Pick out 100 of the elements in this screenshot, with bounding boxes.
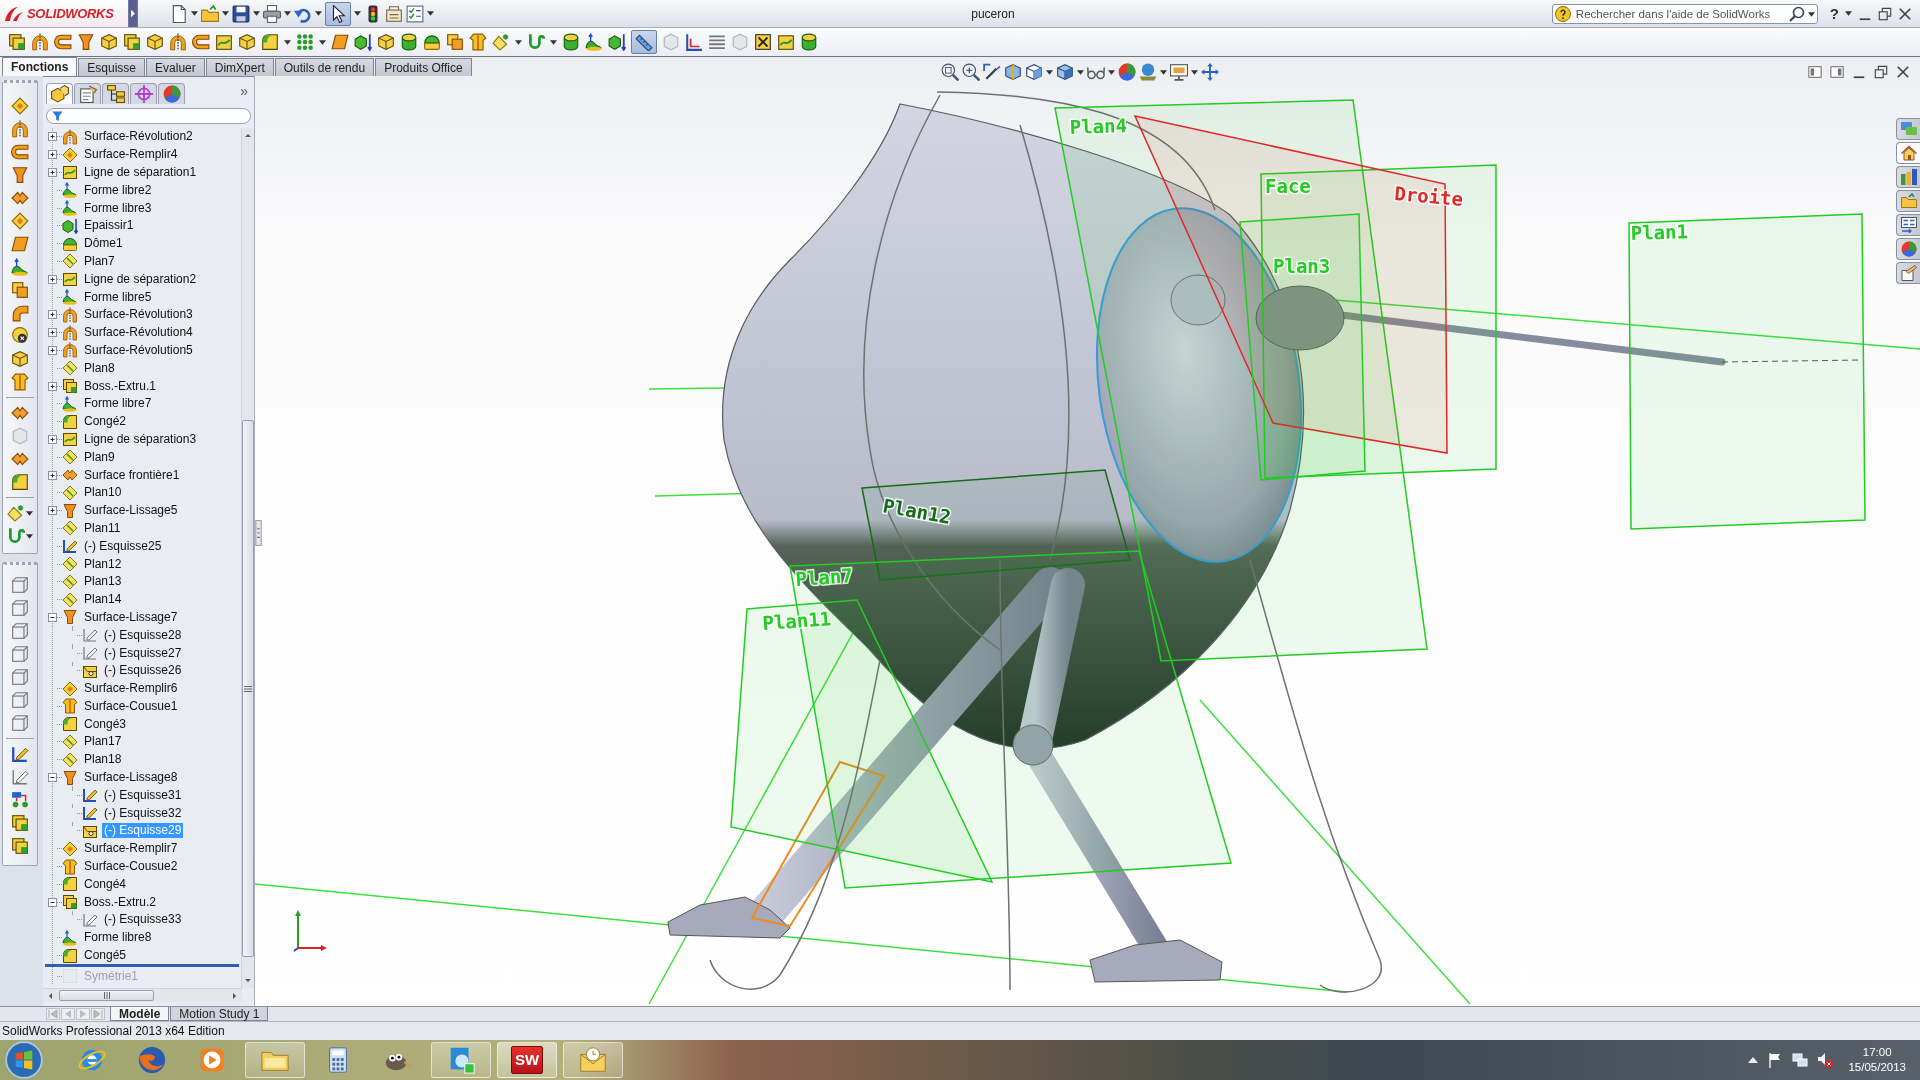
task-pane-tab[interactable]	[1896, 238, 1920, 260]
zoom-icon[interactable]	[962, 63, 980, 81]
tree-item[interactable]: Ligne de séparation3	[82, 431, 199, 447]
tree-item[interactable]: Surface frontière1	[82, 467, 182, 483]
horizontal-scrollbar[interactable]	[43, 988, 242, 1002]
stacked-box-icon[interactable]	[8, 33, 26, 51]
tree-item[interactable]: Surface-Cousue2	[82, 859, 180, 875]
new-document-icon[interactable]	[170, 4, 188, 23]
fox-globe-icon[interactable]	[137, 1045, 167, 1075]
section-box-icon[interactable]	[1004, 63, 1022, 81]
plus-box-icon[interactable]	[48, 345, 57, 355]
help-button[interactable]: ?	[1829, 5, 1839, 22]
up-caret-icon[interactable]	[1748, 1057, 1759, 1063]
tree-item[interactable]: Congé3	[82, 716, 129, 732]
tree-item[interactable]: Plan10	[82, 485, 124, 501]
wireframe-cube-icon[interactable]	[11, 691, 29, 709]
tree-item[interactable]: Boss.-Extru.1	[82, 378, 159, 394]
plus-box-icon[interactable]	[48, 150, 57, 160]
zoom-icon[interactable]	[941, 63, 959, 81]
scrollbar-thumb[interactable]	[242, 420, 254, 957]
axes-icon[interactable]	[685, 33, 703, 51]
bowtie-icon[interactable]	[11, 189, 29, 207]
layered-squares-icon[interactable]	[446, 33, 464, 51]
tile-window-icon[interactable]	[1808, 65, 1822, 79]
toggle-button[interactable]	[631, 30, 657, 54]
box-curve-icon[interactable]	[777, 33, 795, 51]
plus-box-icon[interactable]	[48, 506, 57, 516]
plus-box-icon[interactable]	[48, 310, 57, 320]
caret-icon[interactable]	[427, 11, 434, 16]
mound-arrow-icon[interactable]	[585, 33, 603, 51]
close-icon[interactable]	[1898, 6, 1912, 21]
pencil-corner-icon[interactable]	[11, 768, 29, 786]
shaded-cube-icon[interactable]	[1056, 63, 1074, 81]
plus-box-icon[interactable]	[48, 168, 57, 177]
select-button[interactable]	[325, 1, 351, 26]
tree-item[interactable]: Forme libre5	[82, 289, 154, 305]
tree-item[interactable]: (-) Esquisse32	[102, 805, 184, 821]
clock-date[interactable]: 15/05/2013	[1848, 1060, 1906, 1075]
tree-item[interactable]: Surface-Révolution2	[82, 129, 195, 145]
box-curve-icon[interactable]	[215, 33, 233, 51]
wireframe-cube-icon[interactable]	[11, 599, 29, 617]
caret-icon[interactable]	[315, 11, 322, 16]
card-file-icon[interactable]	[385, 4, 403, 23]
caret-icon[interactable]	[1191, 69, 1198, 75]
minus-box-icon[interactable]	[48, 612, 57, 622]
diamond-patch-icon[interactable]	[11, 212, 29, 230]
stacked-box-icon[interactable]	[11, 837, 29, 855]
tree-item[interactable]: (-) Esquisse28	[102, 627, 184, 643]
model-tab[interactable]: Modèle	[110, 1007, 170, 1021]
plus-box-icon[interactable]	[48, 381, 57, 391]
rounded-block-icon[interactable]	[11, 473, 29, 491]
parallelogram-icon[interactable]	[11, 235, 29, 253]
tree-item[interactable]: Congé2	[82, 414, 129, 430]
restore-icon[interactable]	[1874, 65, 1888, 79]
caret-icon[interactable]	[1845, 11, 1852, 16]
network-icon[interactable]	[1792, 1052, 1809, 1068]
splitter-grip-icon[interactable]	[255, 520, 262, 546]
scrollbar-thumb[interactable]	[59, 990, 154, 1001]
tree-item[interactable]: Surface-Lissage8	[82, 770, 180, 786]
stacked-box-icon[interactable]	[11, 814, 29, 832]
block-arrow-icon[interactable]	[608, 33, 626, 51]
task-pane-tab[interactable]	[1896, 142, 1920, 164]
box-icon[interactable]	[377, 33, 395, 51]
caret-icon[interactable]	[26, 510, 33, 516]
tree-item[interactable]: Forme libre3	[82, 200, 154, 216]
tree-item[interactable]: Forme libre8	[82, 930, 154, 946]
task-pane-tab[interactable]	[1896, 214, 1920, 236]
caret-icon[interactable]	[550, 39, 557, 45]
tree-item[interactable]: Congé5	[82, 948, 129, 964]
tree-item[interactable]: (-) Esquisse25	[82, 538, 164, 554]
caret-icon[interactable]	[222, 11, 229, 16]
plus-box-icon[interactable]	[48, 470, 57, 480]
caret-icon[interactable]	[1807, 11, 1815, 17]
tree-item[interactable]: Plan9	[82, 449, 117, 465]
caret-icon[interactable]	[284, 39, 291, 45]
panel-tab[interactable]	[74, 83, 101, 104]
node-link-icon[interactable]	[11, 791, 29, 809]
wireframe-cube-icon[interactable]	[11, 645, 29, 663]
plus-box-icon[interactable]	[48, 434, 57, 444]
tree-item[interactable]: Surface-Révolution3	[82, 307, 195, 323]
box-icon[interactable]	[238, 33, 256, 51]
tree-item[interactable]: Congé4	[82, 876, 129, 892]
search-icon[interactable]	[1788, 5, 1805, 22]
wireframe-cube-icon[interactable]	[11, 714, 29, 732]
panel-tab[interactable]	[158, 83, 185, 104]
plus-box-icon[interactable]	[48, 132, 57, 142]
tree-item[interactable]: Surface-Cousue1	[82, 698, 180, 714]
more-button[interactable]: »	[240, 82, 248, 99]
move-arrows-icon[interactable]	[1201, 63, 1219, 81]
tree-item[interactable]: Plan11	[82, 520, 123, 536]
menu-flyout-icon[interactable]	[128, 0, 138, 27]
tree-item[interactable]: Surface-Lissage7	[82, 609, 180, 625]
taskbar-app-button[interactable]: SW	[497, 1042, 557, 1078]
command-tab[interactable]: Outils de rendu	[274, 58, 375, 76]
vest-icon[interactable]	[469, 33, 487, 51]
plus-box-icon[interactable]	[48, 274, 57, 284]
caret-icon[interactable]	[26, 533, 33, 539]
dome-icon[interactable]	[423, 33, 441, 51]
logo-mark-icon[interactable]	[4, 5, 24, 22]
tree-item[interactable]: (-) Esquisse31	[102, 787, 184, 803]
